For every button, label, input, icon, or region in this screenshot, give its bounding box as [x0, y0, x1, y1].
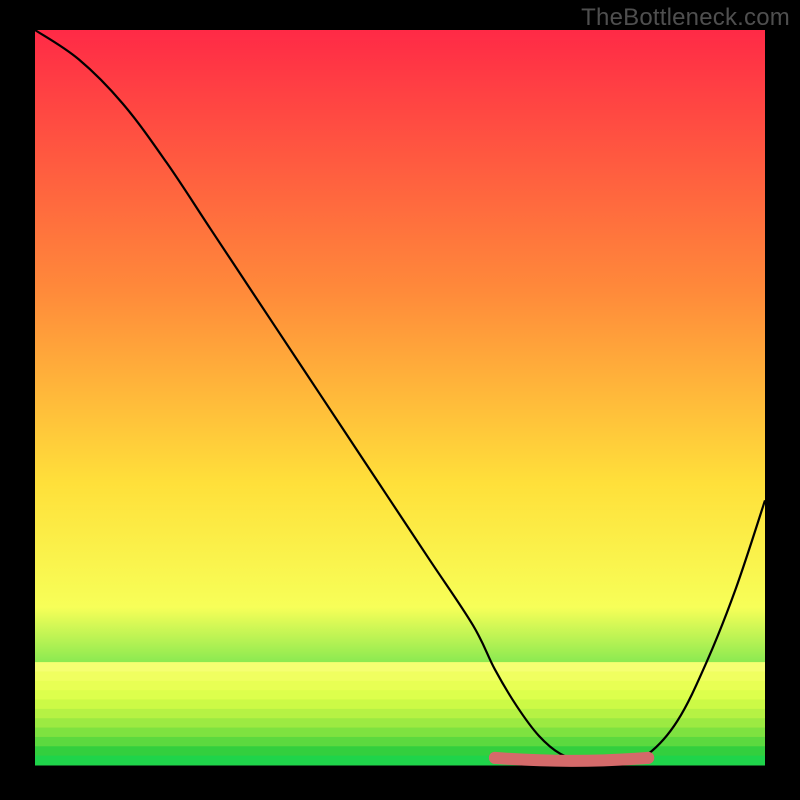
plot-area — [35, 30, 765, 766]
optimal-zone-left-dot — [489, 752, 501, 764]
watermark-text: TheBottleneck.com — [581, 4, 790, 32]
chart-frame: TheBottleneck.com — [0, 0, 800, 800]
bottleneck-chart — [0, 0, 800, 800]
optimal-zone-right-dot — [642, 752, 654, 764]
optimal-zone-marker — [495, 758, 648, 761]
